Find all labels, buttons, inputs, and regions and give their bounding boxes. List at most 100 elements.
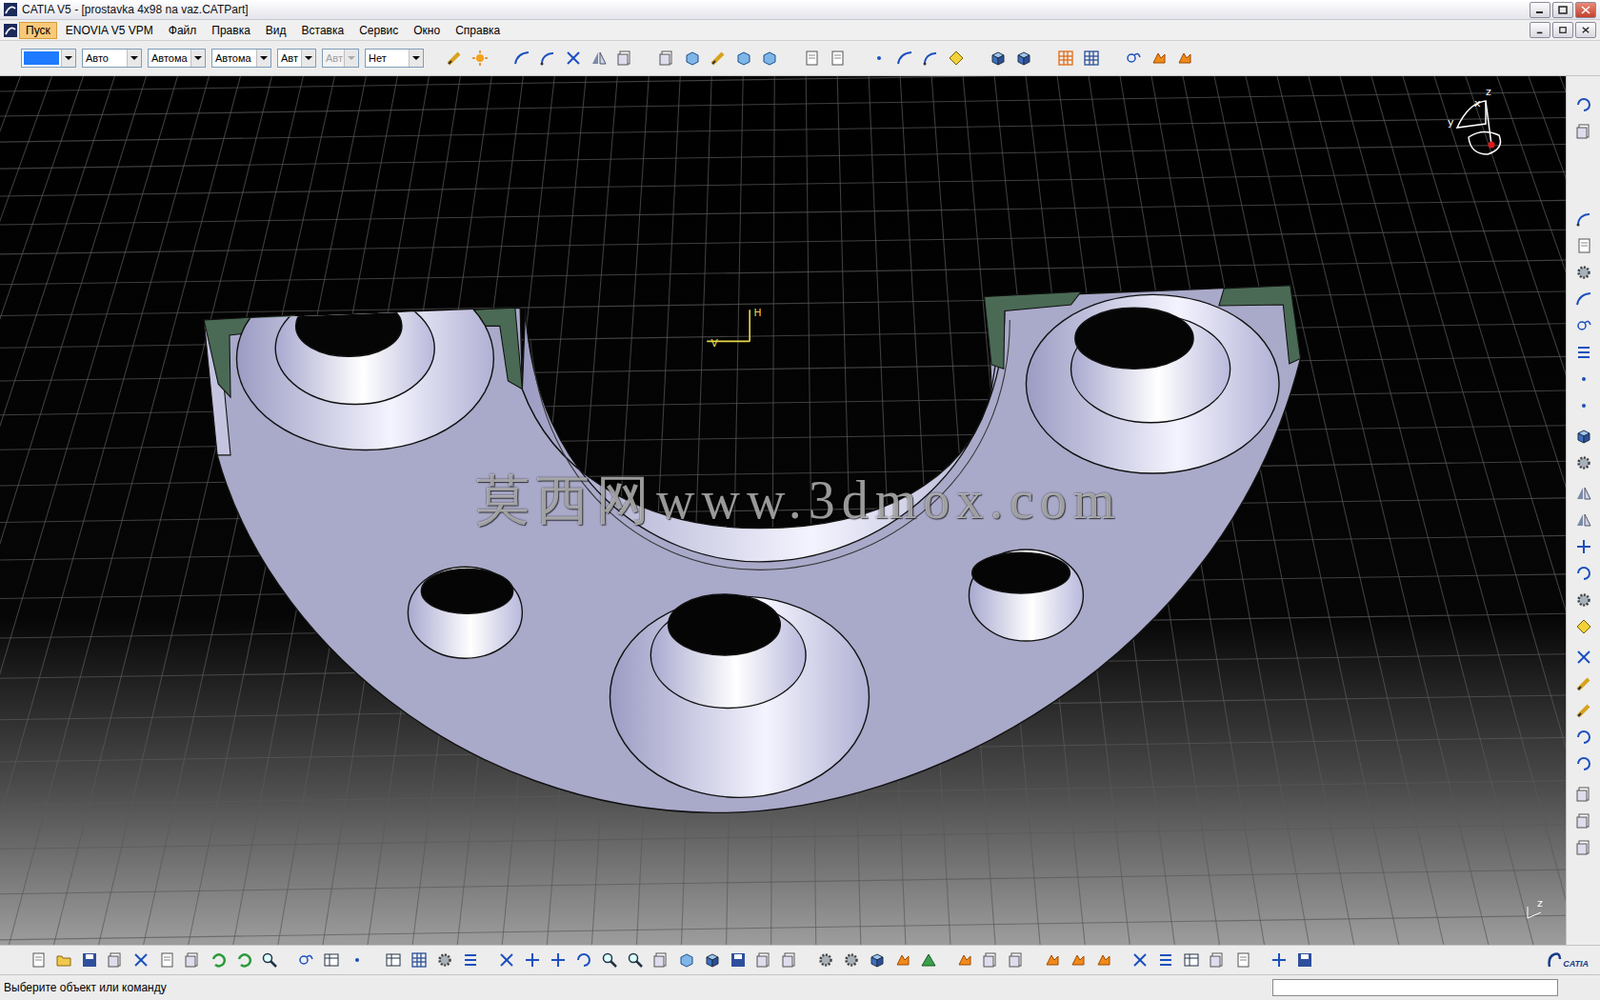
- toolbar-button[interactable]: [1180, 948, 1203, 972]
- toolbar-button[interactable]: [979, 948, 1002, 972]
- toolbar-button[interactable]: [825, 46, 849, 70]
- toolbar-button[interactable]: [919, 46, 942, 70]
- toolbar-button[interactable]: [944, 46, 968, 70]
- toolbar-button[interactable]: [206, 948, 230, 972]
- toolbar-button[interactable]: [294, 948, 318, 972]
- toolbar-button[interactable]: [1128, 948, 1152, 972]
- toolbar-button[interactable]: [258, 948, 281, 972]
- toolbar-button[interactable]: [778, 948, 801, 972]
- toolbar-button[interactable]: [433, 948, 457, 972]
- toolbar-button[interactable]: [52, 948, 76, 972]
- toolbar-button[interactable]: [1054, 46, 1078, 70]
- toolbar-button[interactable]: [1572, 782, 1596, 806]
- toolbar-button[interactable]: [1572, 424, 1596, 448]
- toolbar-button[interactable]: [1572, 561, 1596, 585]
- toolbar-button[interactable]: [1572, 367, 1596, 391]
- counterbore-hole[interactable]: [1025, 294, 1280, 474]
- toolbar-button[interactable]: [1572, 725, 1596, 749]
- menu-item[interactable]: Файл: [161, 21, 204, 40]
- toolbar-button[interactable]: [800, 46, 823, 70]
- menu-item[interactable]: ENOVIA V5 VPM: [59, 21, 160, 40]
- menu-item[interactable]: Вставка: [295, 21, 352, 40]
- toolbar-button[interactable]: [1267, 948, 1291, 972]
- toolbar-button[interactable]: [407, 948, 431, 972]
- toolbar-button[interactable]: [155, 948, 179, 972]
- menu-item[interactable]: Сервис: [352, 21, 405, 40]
- minimize-button[interactable]: [1529, 21, 1551, 39]
- toolbar-button[interactable]: [1572, 234, 1596, 258]
- through-hole[interactable]: [407, 566, 522, 659]
- toolbar-button[interactable]: [1293, 948, 1317, 972]
- close-button[interactable]: [1575, 21, 1597, 39]
- toolbar-button[interactable]: [1572, 481, 1596, 505]
- property-dropdown[interactable]: Авто: [81, 48, 142, 68]
- toolbar-button[interactable]: [320, 948, 343, 972]
- property-dropdown[interactable]: Автома: [211, 48, 272, 68]
- toolbar-button[interactable]: [1572, 340, 1596, 364]
- toolbar-button[interactable]: [1147, 46, 1171, 70]
- toolbar-button[interactable]: [561, 46, 585, 70]
- toolbar-button[interactable]: [706, 46, 730, 70]
- toolbar-button[interactable]: [752, 948, 776, 972]
- toolbar-button[interactable]: [1572, 508, 1596, 532]
- toolbar-button[interactable]: [1066, 948, 1090, 972]
- toolbar-button[interactable]: [680, 46, 704, 70]
- toolbar-button[interactable]: [726, 948, 750, 972]
- toolbar-button[interactable]: [1012, 46, 1036, 70]
- toolbar-button[interactable]: [655, 46, 679, 70]
- toolbar-button[interactable]: [1080, 46, 1103, 70]
- toolbar-button[interactable]: [1004, 948, 1028, 972]
- toolbar-button[interactable]: [865, 948, 889, 972]
- toolbar-button[interactable]: [1572, 588, 1596, 612]
- toolbar-button[interactable]: [1572, 451, 1596, 475]
- toolbar-button[interactable]: [649, 948, 673, 972]
- toolbar-button[interactable]: [986, 46, 1010, 70]
- toolbar-button[interactable]: [1154, 948, 1178, 972]
- menu-item[interactable]: Справка: [448, 21, 507, 40]
- toolbar-button[interactable]: [758, 46, 781, 70]
- toolbar-button[interactable]: [129, 948, 153, 972]
- toolbar-button[interactable]: [1572, 207, 1596, 231]
- toolbar-button[interactable]: [232, 948, 256, 972]
- toolbar-button[interactable]: [180, 948, 204, 972]
- close-button[interactable]: [1575, 1, 1597, 19]
- toolbar-button[interactable]: [840, 948, 863, 972]
- toolbar-button[interactable]: [1572, 836, 1596, 860]
- toolbar-button[interactable]: [1121, 46, 1145, 70]
- toolbar-button[interactable]: [1572, 672, 1596, 696]
- toolbar-button[interactable]: [572, 948, 596, 972]
- toolbar-button[interactable]: [732, 46, 756, 70]
- menu-item[interactable]: Вид: [259, 21, 294, 40]
- toolbar-button[interactable]: [468, 46, 492, 70]
- toolbar-button[interactable]: [103, 948, 127, 972]
- counterbore-hole[interactable]: [609, 594, 869, 798]
- property-dropdown[interactable]: Нет: [364, 48, 424, 68]
- toolbar-button[interactable]: [814, 948, 838, 972]
- toolbar-button[interactable]: [520, 948, 544, 972]
- property-dropdown[interactable]: Автома: [147, 48, 206, 68]
- part-body[interactable]: [203, 285, 1300, 814]
- toolbar-button[interactable]: [345, 948, 369, 972]
- toolbar-button[interactable]: [1572, 809, 1596, 833]
- through-hole[interactable]: [968, 549, 1083, 641]
- toolbar-button[interactable]: [953, 948, 977, 972]
- toolbar-button[interactable]: [1572, 260, 1596, 284]
- compass[interactable]: zyx: [1440, 81, 1520, 174]
- toolbar-button[interactable]: [917, 948, 940, 972]
- toolbar-button[interactable]: [381, 948, 405, 972]
- toolbar-button[interactable]: [891, 948, 915, 972]
- toolbar-button[interactable]: [893, 46, 917, 70]
- geometry-area[interactable]: HVzyxz莫西网www.3dmox.com: [0, 76, 1566, 945]
- toolbar-button[interactable]: [546, 948, 570, 972]
- toolbar-button[interactable]: [1572, 535, 1596, 559]
- toolbar-button[interactable]: [536, 46, 560, 70]
- menu-item[interactable]: Правка: [204, 21, 258, 40]
- toolbar-button[interactable]: [613, 46, 637, 70]
- toolbar-button[interactable]: [78, 948, 101, 972]
- toolbar-button[interactable]: [1572, 314, 1596, 338]
- maximize-button[interactable]: [1552, 1, 1574, 19]
- menu-item[interactable]: Окно: [406, 21, 447, 40]
- toolbar-button[interactable]: [495, 948, 519, 972]
- toolbar-button[interactable]: [867, 46, 891, 70]
- command-field[interactable]: [1272, 979, 1559, 997]
